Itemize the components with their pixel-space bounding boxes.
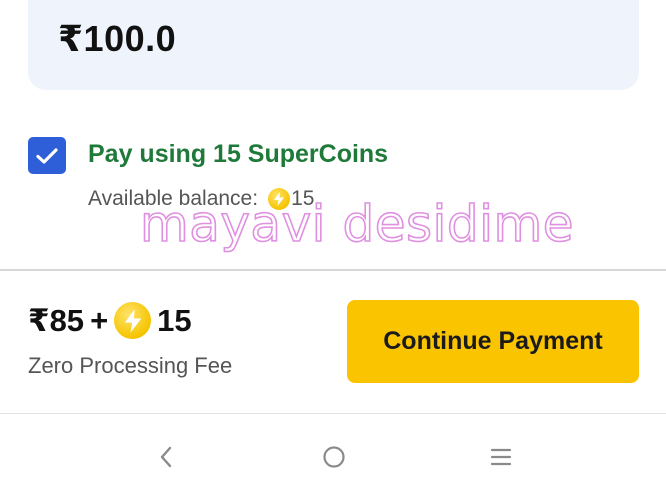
back-button[interactable] [151,442,181,472]
plus-sign: + [90,302,109,338]
circle-home-icon [323,446,345,468]
amount-card: ₹100.0 [28,0,639,90]
recents-button[interactable] [486,442,516,472]
payment-screen: ₹100.0 Pay using 15 SuperCoins Available… [0,0,666,500]
supercoins-checkbox[interactable] [28,137,66,174]
watermark-text: mayavi desidime [139,194,574,254]
supercoins-label[interactable]: Pay using 15 SuperCoins [88,140,388,169]
continue-payment-button[interactable]: Continue Payment [347,300,639,383]
checkmark-icon [36,147,58,164]
hamburger-menu-icon [490,448,512,466]
supercoin-icon [114,302,152,339]
order-amount: ₹100.0 [58,18,177,59]
divider [0,269,666,271]
payable-total: ₹85 + 15 [28,302,192,339]
processing-fee-text: Zero Processing Fee [28,353,233,378]
rupee-amount: ₹85 [28,302,85,338]
coin-amount: 15 [157,302,192,338]
chevron-left-icon [160,446,172,468]
system-nav-bar [0,414,666,500]
home-button[interactable] [319,442,349,472]
